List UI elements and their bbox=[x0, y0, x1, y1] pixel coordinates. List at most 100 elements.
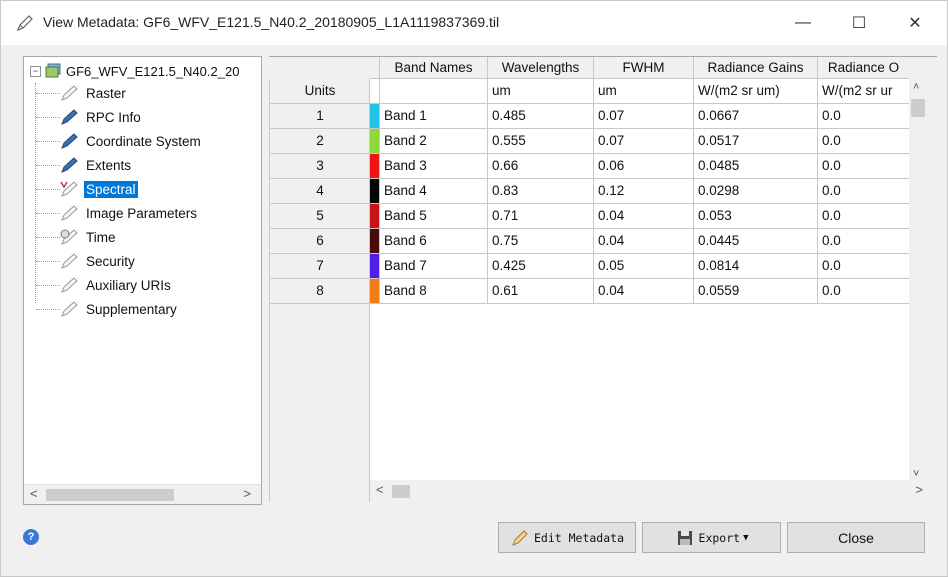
radiance-offset-cell[interactable]: 0.0 bbox=[818, 154, 909, 179]
scroll-right-icon[interactable]: > bbox=[243, 486, 251, 501]
unit-cell[interactable]: um bbox=[488, 79, 594, 104]
fwhm-cell[interactable]: 0.04 bbox=[594, 229, 694, 254]
band-color-cell[interactable] bbox=[370, 254, 380, 279]
scroll-thumb[interactable] bbox=[392, 485, 410, 498]
unit-cell[interactable]: W/(m2 sr um) bbox=[694, 79, 818, 104]
fwhm-cell[interactable]: 0.12 bbox=[594, 179, 694, 204]
radiance-offset-cell[interactable]: 0.0 bbox=[818, 204, 909, 229]
radiance-gain-cell[interactable]: 0.0559 bbox=[694, 279, 818, 304]
row-header[interactable]: 1 bbox=[270, 104, 370, 129]
scroll-left-icon[interactable]: < bbox=[30, 486, 38, 501]
radiance-offset-cell[interactable]: 0.0 bbox=[818, 229, 909, 254]
band-name-cell[interactable]: Band 3 bbox=[380, 154, 488, 179]
unit-cell[interactable]: W/(m2 sr ur bbox=[818, 79, 909, 104]
band-color-cell[interactable] bbox=[370, 179, 380, 204]
header-band-names[interactable]: Band Names bbox=[380, 57, 488, 79]
tree-item-coordinate-system[interactable]: Coordinate System bbox=[36, 130, 203, 152]
question-icon[interactable]: ? bbox=[23, 529, 39, 545]
table-row[interactable]: Band 2 0.555 0.07 0.0517 0.0 bbox=[370, 129, 909, 154]
wavelength-cell[interactable]: 0.425 bbox=[488, 254, 594, 279]
fwhm-cell[interactable]: 0.04 bbox=[594, 279, 694, 304]
unit-cell[interactable]: um bbox=[594, 79, 694, 104]
unit-cell[interactable] bbox=[380, 79, 488, 104]
row-header[interactable]: 7 bbox=[270, 254, 370, 279]
radiance-offset-cell[interactable]: 0.0 bbox=[818, 179, 909, 204]
collapse-icon[interactable]: − bbox=[30, 65, 41, 77]
fwhm-cell[interactable]: 0.07 bbox=[594, 104, 694, 129]
tree-horizontal-scrollbar[interactable]: < > bbox=[24, 484, 261, 504]
row-header[interactable]: 6 bbox=[270, 229, 370, 254]
scroll-left-icon[interactable]: < bbox=[376, 482, 384, 497]
band-name-cell[interactable]: Band 6 bbox=[380, 229, 488, 254]
tree-item-spectral[interactable]: Spectral bbox=[36, 178, 138, 200]
radiance-gain-cell[interactable]: 0.0298 bbox=[694, 179, 818, 204]
band-color-cell[interactable] bbox=[370, 104, 380, 129]
table-horizontal-scrollbar[interactable]: < > bbox=[370, 480, 923, 502]
wavelength-cell[interactable]: 0.83 bbox=[488, 179, 594, 204]
radiance-gain-cell[interactable]: 0.0517 bbox=[694, 129, 818, 154]
close-window-button[interactable]: ✕ bbox=[887, 1, 943, 45]
band-name-cell[interactable]: Band 2 bbox=[380, 129, 488, 154]
table-row[interactable]: Band 6 0.75 0.04 0.0445 0.0 bbox=[370, 229, 909, 254]
metadata-tree[interactable]: − GF6_WFV_E121.5_N40.2_20 Raster RPC Inf… bbox=[23, 56, 262, 505]
table-row[interactable]: Band 1 0.485 0.07 0.0667 0.0 bbox=[370, 104, 909, 129]
header-fwhm[interactable]: FWHM bbox=[594, 57, 694, 79]
fwhm-cell[interactable]: 0.04 bbox=[594, 204, 694, 229]
band-color-cell[interactable] bbox=[370, 154, 380, 179]
band-color-cell[interactable] bbox=[370, 204, 380, 229]
radiance-gain-cell[interactable]: 0.053 bbox=[694, 204, 818, 229]
band-name-cell[interactable]: Band 1 bbox=[380, 104, 488, 129]
tree-root[interactable]: − GF6_WFV_E121.5_N40.2_20 bbox=[30, 61, 239, 81]
tree-item-raster[interactable]: Raster bbox=[36, 82, 128, 104]
fwhm-cell[interactable]: 0.06 bbox=[594, 154, 694, 179]
row-header[interactable]: 3 bbox=[270, 154, 370, 179]
table-vertical-scrollbar[interactable]: ˄ ˅ bbox=[909, 79, 927, 482]
row-header[interactable]: 4 bbox=[270, 179, 370, 204]
radiance-offset-cell[interactable]: 0.0 bbox=[818, 104, 909, 129]
export-button[interactable]: Export ▼ bbox=[642, 522, 781, 553]
radiance-gain-cell[interactable]: 0.0667 bbox=[694, 104, 818, 129]
tree-item-extents[interactable]: Extents bbox=[36, 154, 133, 176]
table-row[interactable]: Band 3 0.66 0.06 0.0485 0.0 bbox=[370, 154, 909, 179]
radiance-offset-cell[interactable]: 0.0 bbox=[818, 254, 909, 279]
scroll-down-icon[interactable]: ˅ bbox=[913, 468, 919, 480]
table-row[interactable]: Band 4 0.83 0.12 0.0298 0.0 bbox=[370, 179, 909, 204]
edit-metadata-button[interactable]: Edit Metadata bbox=[498, 522, 636, 553]
table-row[interactable]: Band 5 0.71 0.04 0.053 0.0 bbox=[370, 204, 909, 229]
table-row[interactable]: Band 8 0.61 0.04 0.0559 0.0 bbox=[370, 279, 909, 304]
radiance-gain-cell[interactable]: 0.0814 bbox=[694, 254, 818, 279]
radiance-offset-cell[interactable]: 0.0 bbox=[818, 279, 909, 304]
header-wavelengths[interactable]: Wavelengths bbox=[488, 57, 594, 79]
fwhm-cell[interactable]: 0.07 bbox=[594, 129, 694, 154]
scroll-thumb[interactable] bbox=[46, 489, 174, 501]
minimize-button[interactable]: — bbox=[775, 1, 831, 45]
wavelength-cell[interactable]: 0.66 bbox=[488, 154, 594, 179]
maximize-button[interactable]: ☐ bbox=[831, 1, 887, 45]
band-name-cell[interactable]: Band 7 bbox=[380, 254, 488, 279]
band-color-cell[interactable] bbox=[370, 229, 380, 254]
band-name-cell[interactable]: Band 4 bbox=[380, 179, 488, 204]
title-bar[interactable]: View Metadata: GF6_WFV_E121.5_N40.2_2018… bbox=[1, 1, 947, 45]
tree-item-rpc-info[interactable]: RPC Info bbox=[36, 106, 143, 128]
table-row[interactable]: Band 7 0.425 0.05 0.0814 0.0 bbox=[370, 254, 909, 279]
band-color-cell[interactable] bbox=[370, 129, 380, 154]
scroll-right-icon[interactable]: > bbox=[915, 482, 923, 497]
radiance-gain-cell[interactable]: 0.0485 bbox=[694, 154, 818, 179]
band-color-cell[interactable] bbox=[370, 279, 380, 304]
radiance-offset-cell[interactable]: 0.0 bbox=[818, 129, 909, 154]
wavelength-cell[interactable]: 0.555 bbox=[488, 129, 594, 154]
radiance-gain-cell[interactable]: 0.0445 bbox=[694, 229, 818, 254]
band-name-cell[interactable]: Band 5 bbox=[380, 204, 488, 229]
row-header[interactable]: 2 bbox=[270, 129, 370, 154]
scroll-thumb[interactable] bbox=[911, 99, 925, 117]
tree-item-time[interactable]: Time bbox=[36, 226, 118, 248]
header-radiance-gains[interactable]: Radiance Gains bbox=[694, 57, 818, 79]
scroll-up-icon[interactable]: ˄ bbox=[913, 81, 919, 93]
row-header[interactable]: 5 bbox=[270, 204, 370, 229]
wavelength-cell[interactable]: 0.61 bbox=[488, 279, 594, 304]
tree-item-auxiliary-uris[interactable]: Auxiliary URIs bbox=[36, 274, 173, 296]
row-header[interactable]: 8 bbox=[270, 279, 370, 304]
fwhm-cell[interactable]: 0.05 bbox=[594, 254, 694, 279]
wavelength-cell[interactable]: 0.71 bbox=[488, 204, 594, 229]
wavelength-cell[interactable]: 0.485 bbox=[488, 104, 594, 129]
